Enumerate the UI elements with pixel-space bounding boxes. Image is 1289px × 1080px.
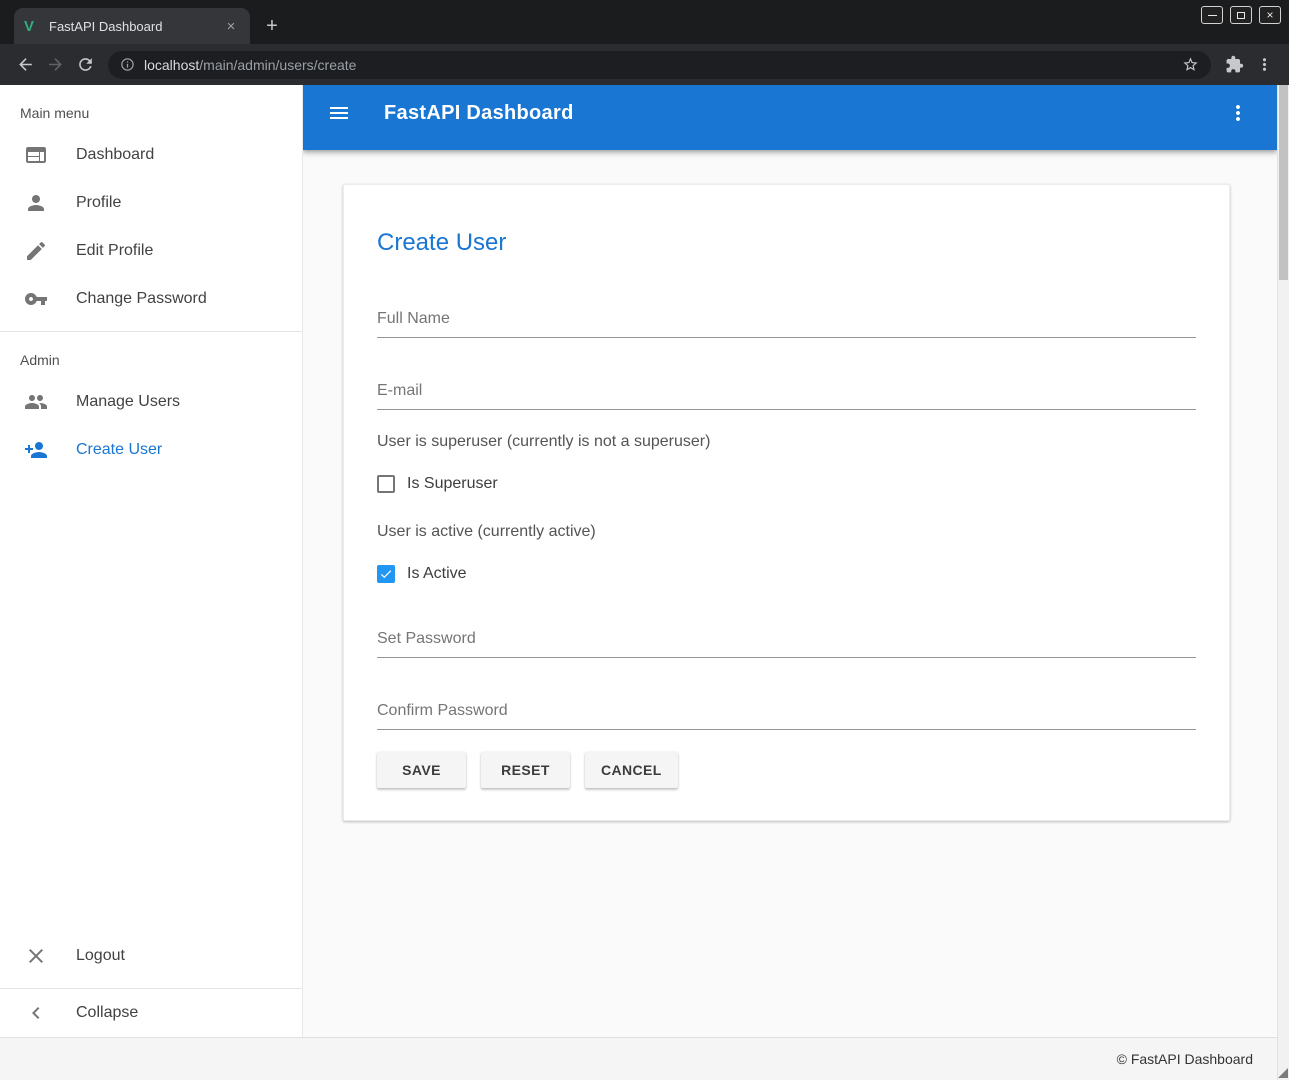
- sidebar-item-create-user[interactable]: Create User: [0, 426, 302, 474]
- person-icon: [24, 191, 48, 215]
- minimize-button[interactable]: [1201, 6, 1223, 24]
- superuser-hint: User is superuser (currently is not a su…: [377, 433, 1196, 451]
- sidebar-item-profile[interactable]: Profile: [0, 179, 302, 227]
- bookmark-star-icon[interactable]: [1182, 56, 1199, 73]
- sidebar-spacer: [0, 474, 302, 932]
- site-info-icon[interactable]: [120, 57, 135, 72]
- pencil-icon: [24, 239, 48, 263]
- save-button[interactable]: SAVE: [377, 752, 466, 788]
- full-name-input[interactable]: [377, 309, 1196, 338]
- extensions-button[interactable]: [1219, 50, 1249, 80]
- app-bar-menu-button[interactable]: [1226, 101, 1250, 125]
- back-icon: [16, 55, 35, 74]
- close-button[interactable]: ×: [1259, 6, 1281, 24]
- window-controls: ×: [1201, 6, 1281, 24]
- is-superuser-checkbox[interactable]: [377, 475, 395, 493]
- sidebar-item-dashboard[interactable]: Dashboard: [0, 131, 302, 179]
- scrollbar-corner-grip: [1278, 1068, 1288, 1078]
- sidebar-item-collapse[interactable]: Collapse: [0, 989, 302, 1037]
- main-panel: Create User User is superuser (currently…: [303, 150, 1277, 821]
- browser-titlebar: V FastAPI Dashboard × + ×: [0, 0, 1289, 44]
- dashboard-icon: [24, 143, 48, 167]
- url-text: localhost/main/admin/users/create: [144, 57, 1182, 73]
- kebab-menu-icon: [1226, 101, 1250, 125]
- reset-button[interactable]: RESET: [481, 752, 570, 788]
- footer-copyright: © FastAPI Dashboard: [1117, 1051, 1253, 1067]
- set-password-field: [377, 629, 1196, 658]
- app-bar-title: FastAPI Dashboard: [384, 102, 574, 125]
- set-password-input[interactable]: [377, 629, 1196, 658]
- new-tab-button[interactable]: +: [258, 12, 286, 40]
- sidebar-item-label: Logout: [76, 947, 125, 965]
- reload-button[interactable]: [70, 50, 100, 80]
- checkbox-label: Is Superuser: [407, 475, 498, 493]
- email-field: [377, 381, 1196, 410]
- sidebar-item-label: Change Password: [76, 290, 207, 308]
- is-active-checkbox[interactable]: [377, 565, 395, 583]
- forward-button[interactable]: [40, 50, 70, 80]
- forward-icon: [46, 55, 65, 74]
- confirm-password-input[interactable]: [377, 701, 1196, 730]
- back-button[interactable]: [10, 50, 40, 80]
- hamburger-menu-button[interactable]: [327, 101, 351, 125]
- sidebar-item-change-password[interactable]: Change Password: [0, 275, 302, 323]
- chevron-left-icon: [24, 1001, 48, 1025]
- scrollbar[interactable]: [1277, 85, 1289, 1080]
- sidebar-item-label: Edit Profile: [76, 242, 153, 260]
- sidebar-item-label: Create User: [76, 441, 162, 459]
- close-x-icon: [24, 944, 48, 968]
- footer: © FastAPI Dashboard: [0, 1037, 1277, 1080]
- sidebar-item-edit-profile[interactable]: Edit Profile: [0, 227, 302, 275]
- page: Main menu Dashboard Profile Edit Profile…: [0, 85, 1289, 1080]
- site-favicon-icon: V: [24, 19, 41, 34]
- address-bar[interactable]: localhost/main/admin/users/create: [108, 51, 1211, 79]
- sidebar-section-admin: Admin: [0, 332, 302, 378]
- sidebar-section-main-menu: Main menu: [0, 85, 302, 131]
- browser-menu-button[interactable]: [1249, 50, 1279, 80]
- form-buttons: SAVE RESET CANCEL: [377, 752, 1196, 788]
- sidebar-item-logout[interactable]: Logout: [0, 932, 302, 980]
- extension-icon: [1225, 55, 1244, 74]
- scrollbar-thumb[interactable]: [1279, 85, 1288, 280]
- checkbox-label: Is Active: [407, 565, 467, 583]
- person-add-icon: [24, 438, 48, 462]
- sidebar-item-label: Dashboard: [76, 146, 154, 164]
- sidebar-item-label: Manage Users: [76, 393, 180, 411]
- active-hint: User is active (currently active): [377, 523, 1196, 541]
- app-bar: FastAPI Dashboard: [303, 85, 1277, 150]
- sidebar-item-manage-users[interactable]: Manage Users: [0, 378, 302, 426]
- maximize-icon: [1237, 12, 1245, 19]
- reload-icon: [76, 55, 95, 74]
- content-area: FastAPI Dashboard Create User User is su…: [303, 85, 1277, 1037]
- browser-tab[interactable]: V FastAPI Dashboard ×: [14, 8, 250, 44]
- email-input[interactable]: [377, 381, 1196, 410]
- confirm-password-field: [377, 701, 1196, 730]
- browser-window: V FastAPI Dashboard × + × localhost/main…: [0, 0, 1289, 1080]
- create-user-card: Create User User is superuser (currently…: [343, 184, 1230, 821]
- people-icon: [24, 390, 48, 414]
- maximize-button[interactable]: [1230, 6, 1252, 24]
- is-active-checkbox-row[interactable]: Is Active: [377, 565, 1196, 583]
- cancel-button[interactable]: CANCEL: [585, 752, 678, 788]
- sidebar-item-label: Collapse: [76, 1004, 138, 1022]
- is-superuser-checkbox-row[interactable]: Is Superuser: [377, 475, 1196, 493]
- check-icon: [379, 567, 393, 581]
- full-name-field: [377, 309, 1196, 338]
- sidebar-item-label: Profile: [76, 194, 121, 212]
- url-host: localhost: [144, 57, 199, 73]
- url-path: /main/admin/users/create: [199, 57, 356, 73]
- close-icon: ×: [1266, 9, 1273, 21]
- sidebar: Main menu Dashboard Profile Edit Profile…: [0, 85, 303, 1037]
- key-icon: [24, 287, 48, 311]
- browser-toolbar: localhost/main/admin/users/create: [0, 44, 1289, 85]
- kebab-menu-icon: [1255, 55, 1274, 74]
- page-title: Create User: [377, 229, 1196, 257]
- tab-title: FastAPI Dashboard: [49, 19, 222, 34]
- tab-close-icon[interactable]: ×: [222, 17, 240, 35]
- minimize-icon: [1208, 15, 1217, 16]
